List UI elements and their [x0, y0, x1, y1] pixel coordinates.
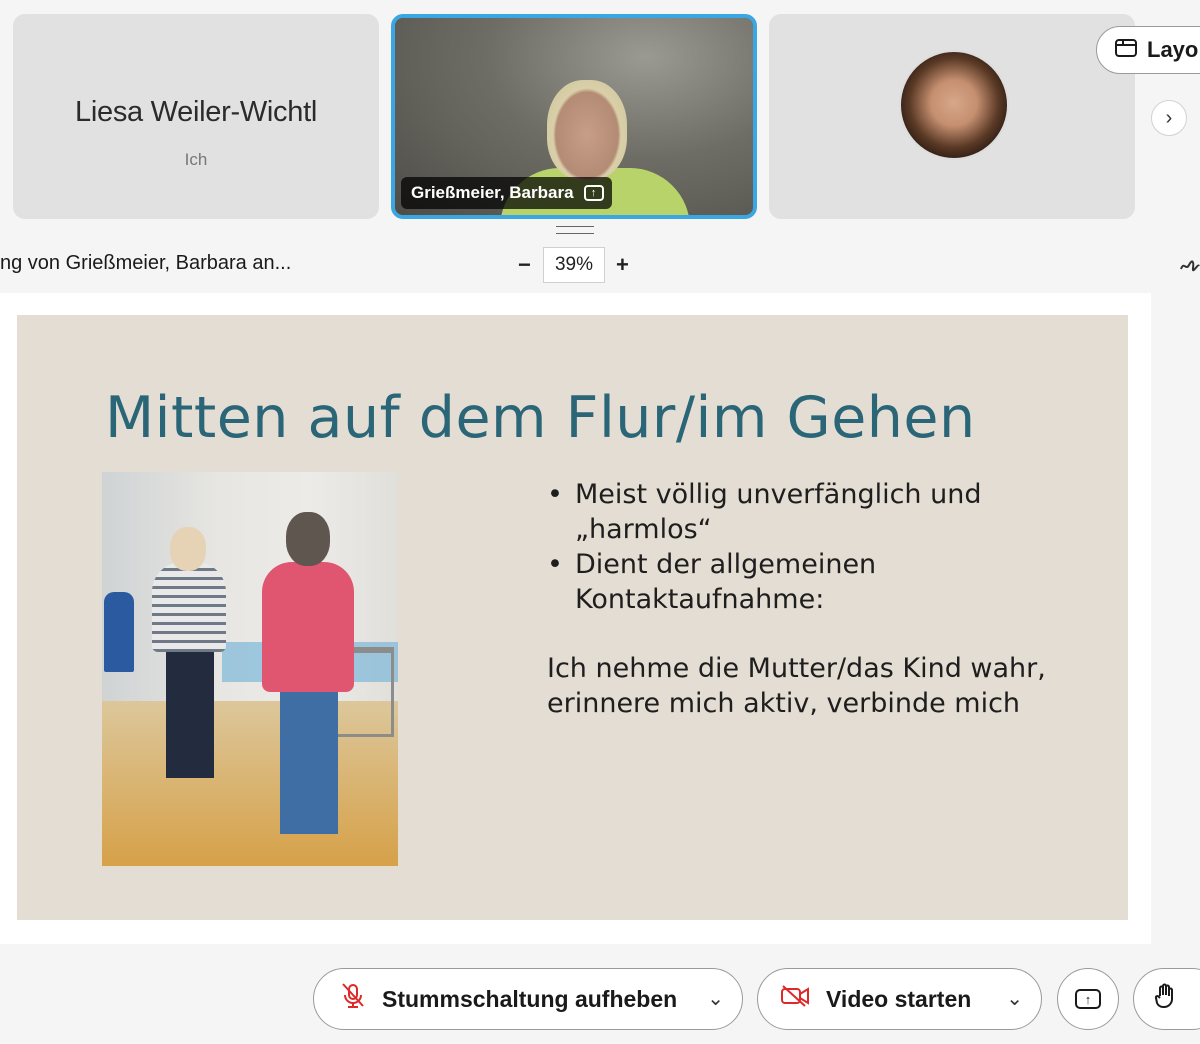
bullet-line: Dient der allgemeinen [575, 549, 877, 580]
reactions-button[interactable] [1133, 968, 1200, 1030]
zoom-out-button[interactable]: − [518, 252, 531, 278]
chevron-right-icon: › [1165, 106, 1173, 129]
unmute-button[interactable]: Stummschaltung aufheben ⌄ [313, 968, 743, 1030]
presentation-slide: Mitten auf dem Flur/im Gehen Meist völli… [17, 315, 1128, 920]
slide-bullet-list: Meist völlig unverfänglich und „harmlos“… [547, 477, 982, 617]
layout-icon [1115, 37, 1137, 63]
paragraph-line: erinnere mich aktiv, verbinde mich [547, 688, 1021, 719]
bullet-line: „harmlos“ [575, 514, 712, 545]
raise-hand-icon [1154, 983, 1176, 1015]
video-off-icon [780, 984, 810, 1014]
video-person-head [547, 80, 627, 180]
share-screen-icon: ↑ [1075, 989, 1101, 1009]
speaker-name-chip: Grießmeier, Barbara ↑ [401, 177, 612, 209]
next-participants-button[interactable]: › [1151, 100, 1187, 136]
microphone-muted-icon [340, 982, 366, 1016]
resize-handle[interactable] [556, 226, 594, 234]
profile-avatar [899, 50, 1009, 160]
screen-share-icon: ↑ [583, 185, 604, 201]
zoom-in-button[interactable]: + [616, 252, 629, 278]
speaker-name: Grießmeier, Barbara [411, 183, 574, 202]
participant-tile-self[interactable]: Liesa Weiler-Wichtl Ich [13, 14, 379, 219]
viewing-share-label: ng von Grießmeier, Barbara an... [0, 252, 292, 274]
chevron-down-icon[interactable]: ⌄ [707, 986, 724, 1011]
bullet-line: Kontaktaufnahme: [575, 584, 825, 615]
zoom-level[interactable]: 39% [543, 247, 605, 283]
annotate-icon[interactable] [1180, 256, 1200, 279]
shared-screen[interactable]: Mitten auf dem Flur/im Gehen Meist völli… [0, 293, 1151, 944]
participant-tile-speaker[interactable]: Grießmeier, Barbara ↑ [391, 14, 757, 219]
layout-label: Layo [1147, 37, 1199, 62]
start-video-button[interactable]: Video starten ⌄ [757, 968, 1042, 1030]
layout-button[interactable]: Layo [1096, 26, 1200, 74]
participant-name: Liesa Weiler-Wichtl [75, 96, 317, 128]
bullet-item: Dient der allgemeinen Kontaktaufnahme: [547, 547, 982, 617]
paragraph-line: Ich nehme die Mutter/das Kind wahr, [547, 653, 1046, 684]
chevron-down-icon[interactable]: ⌄ [1006, 986, 1023, 1011]
bullet-line: Meist völlig unverfänglich und [575, 479, 982, 510]
slide-title: Mitten auf dem Flur/im Gehen [105, 385, 976, 451]
unmute-label: Stummschaltung aufheben [382, 985, 678, 1012]
slide-paragraph: Ich nehme die Mutter/das Kind wahr, erin… [547, 651, 1046, 721]
share-screen-button[interactable]: ↑ [1057, 968, 1119, 1030]
participant-tile-third[interactable] [769, 14, 1135, 219]
participant-subtitle: Ich [184, 150, 208, 169]
bullet-item: Meist völlig unverfänglich und „harmlos“ [547, 477, 982, 547]
slide-photo [102, 472, 398, 866]
start-video-label: Video starten [826, 985, 972, 1012]
